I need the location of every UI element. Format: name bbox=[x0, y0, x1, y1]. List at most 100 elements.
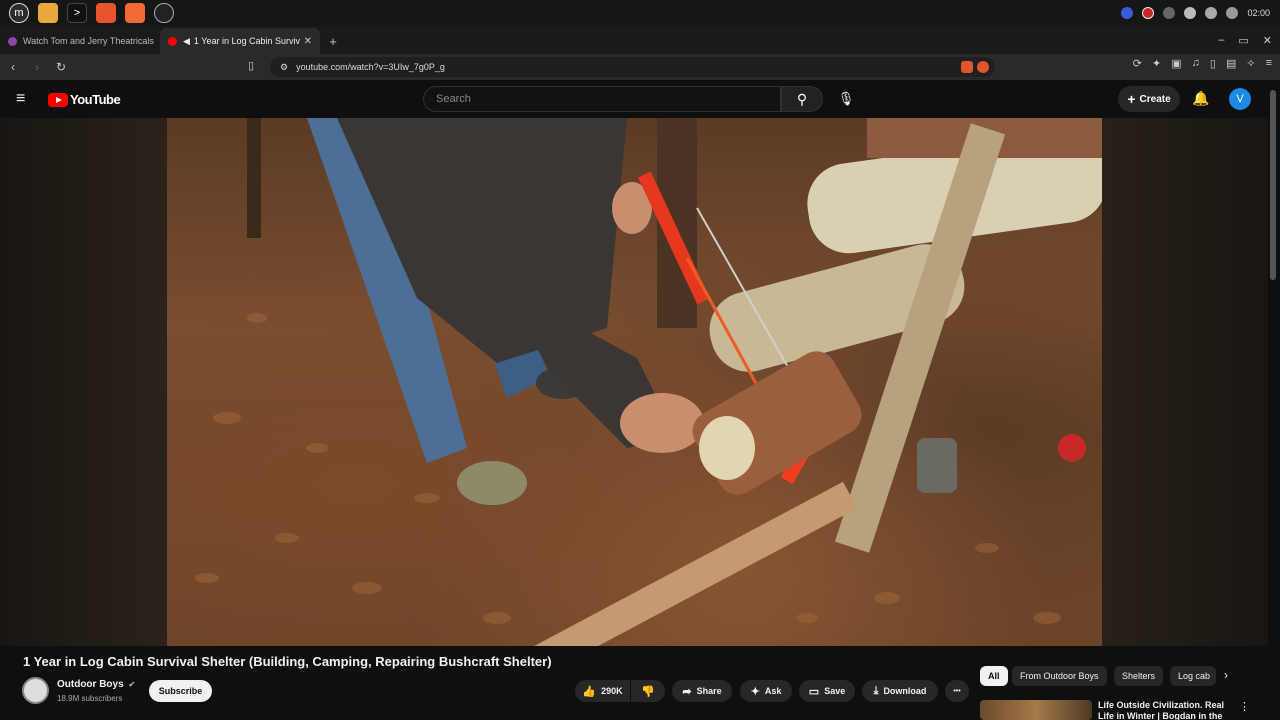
verified-icon: ✔ bbox=[128, 680, 136, 689]
video-frame[interactable] bbox=[167, 118, 1102, 646]
files-icon[interactable] bbox=[38, 3, 58, 23]
like-count: 290K bbox=[601, 686, 623, 696]
ask-button[interactable]: ✦ Ask bbox=[740, 680, 792, 702]
share-button[interactable]: ➦ Share bbox=[672, 680, 732, 702]
system-tray: 02:00 bbox=[1121, 0, 1270, 26]
download-icon: ⤓ bbox=[873, 684, 879, 697]
clock[interactable]: 02:00 bbox=[1247, 8, 1270, 18]
url-text: youtube.com/watch?v=3UIw_7g0P_g bbox=[296, 62, 445, 72]
share-icon: ➦ bbox=[682, 685, 692, 698]
tab-log-cabin[interactable]: ◀ 1 Year in Log Cabin Surviv ✕ bbox=[160, 28, 320, 54]
thumbs-up-icon: 👍 bbox=[582, 685, 597, 698]
chevron-right-icon[interactable]: › bbox=[1224, 668, 1228, 682]
download-button[interactable]: ⤓ Download bbox=[862, 680, 938, 702]
recommended-thumbnail[interactable] bbox=[980, 700, 1092, 720]
maximize-icon[interactable]: ▭ bbox=[1238, 34, 1248, 47]
browser-menu-icon[interactable]: ≡ bbox=[1266, 57, 1272, 70]
sidebar-icon[interactable]: ▯ bbox=[1210, 57, 1216, 70]
chip-log-cabin[interactable]: Log cab bbox=[1170, 666, 1216, 686]
account-avatar[interactable]: V bbox=[1229, 88, 1251, 110]
close-tab-icon[interactable]: ✕ bbox=[304, 36, 312, 47]
video-player[interactable] bbox=[0, 118, 1280, 646]
volume-icon[interactable] bbox=[1226, 7, 1239, 19]
channel-name-text: Outdoor Boys bbox=[57, 679, 124, 690]
notification-icon[interactable] bbox=[1205, 7, 1218, 19]
save-button[interactable]: ▭ Save bbox=[799, 680, 855, 702]
reload-icon[interactable]: ↻ bbox=[50, 56, 72, 78]
bookmark-add-icon: ▭ bbox=[808, 685, 820, 698]
url-field[interactable]: ⚙ youtube.com/watch?v=3UIw_7g0P_g bbox=[270, 57, 995, 77]
minimize-icon[interactable]: – bbox=[1218, 34, 1224, 46]
channel-name[interactable]: Outdoor Boys ✔ bbox=[57, 679, 135, 690]
share-label: Share bbox=[696, 686, 722, 696]
like-button[interactable]: 👍 290K bbox=[575, 680, 630, 702]
leo-icon[interactable]: ✧ bbox=[1246, 57, 1255, 70]
brave-rewards-icon[interactable] bbox=[977, 61, 989, 73]
create-button[interactable]: + Create bbox=[1118, 86, 1180, 112]
window-controls: – ▭ ✕ bbox=[1218, 26, 1272, 54]
update-icon[interactable] bbox=[1142, 7, 1155, 19]
new-tab-button[interactable]: + bbox=[320, 28, 346, 54]
create-label: Create bbox=[1139, 93, 1171, 105]
tab-title: 1 Year in Log Cabin Surviv bbox=[193, 36, 300, 46]
download-label: Download bbox=[883, 686, 927, 696]
youtube-logo[interactable]: YouTube bbox=[48, 92, 121, 107]
puzzle-icon[interactable]: ✦ bbox=[1152, 57, 1161, 70]
ambient-right bbox=[1102, 118, 1268, 646]
plus-icon: + bbox=[1127, 91, 1136, 107]
tabs-icon[interactable]: ▤ bbox=[1226, 57, 1236, 70]
ask-label: Ask bbox=[764, 686, 782, 696]
tab-strip: Watch Tom and Jerry Theatricals ◀ 1 Year… bbox=[0, 26, 1280, 54]
close-window-icon[interactable]: ✕ bbox=[1263, 34, 1272, 47]
bookmark-icon[interactable]: ▯ bbox=[248, 59, 254, 72]
kebab-menu-icon[interactable]: ⋮ bbox=[1239, 700, 1250, 713]
youtube-logo-text: YouTube bbox=[70, 92, 121, 107]
page-scrollbar[interactable] bbox=[1270, 90, 1276, 280]
dislike-button[interactable]: 👎 bbox=[631, 680, 665, 702]
mint-menu-icon[interactable]: m bbox=[9, 3, 29, 23]
recommended-title[interactable]: Life Outside Civilization. Real Life in … bbox=[1098, 700, 1228, 720]
vpn-icon[interactable] bbox=[1121, 7, 1134, 19]
video-title: 1 Year in Log Cabin Survival Shelter (Bu… bbox=[23, 654, 552, 669]
youtube-favicon-icon bbox=[168, 36, 177, 46]
save-label: Save bbox=[824, 686, 846, 696]
channel-avatar[interactable] bbox=[22, 677, 49, 704]
firefox-icon[interactable] bbox=[96, 3, 116, 23]
tab-tom-and-jerry[interactable]: Watch Tom and Jerry Theatricals bbox=[0, 28, 160, 54]
chip-all[interactable]: All bbox=[980, 666, 1008, 686]
thumbs-down-icon: 👎 bbox=[641, 685, 655, 698]
audio-icon[interactable]: ◀ bbox=[183, 36, 190, 47]
forward-icon[interactable]: › bbox=[26, 56, 48, 78]
hamburger-menu-icon[interactable]: ≡ bbox=[16, 90, 25, 108]
os-top-panel: m > 02:00 bbox=[0, 0, 1280, 26]
back-icon[interactable]: ‹ bbox=[2, 56, 24, 78]
shield-icon[interactable] bbox=[1184, 7, 1197, 19]
subscribe-button[interactable]: Subscribe bbox=[149, 680, 212, 702]
youtube-play-icon bbox=[48, 92, 68, 107]
search-button[interactable]: ⚲ bbox=[781, 86, 823, 112]
search-input[interactable]: Search bbox=[423, 86, 781, 112]
chrome-icon[interactable] bbox=[154, 3, 174, 23]
media-icon[interactable]: ♫ bbox=[1192, 57, 1200, 70]
wallet-icon[interactable]: ▣ bbox=[1171, 57, 1181, 70]
ambient-left bbox=[0, 118, 167, 646]
voice-search-button[interactable]: 🎙 bbox=[832, 86, 860, 112]
microphone-icon: 🎙 bbox=[837, 91, 855, 106]
chip-from-outdoor-boys[interactable]: From Outdoor Boys bbox=[1012, 666, 1107, 686]
tab-favicon-icon bbox=[8, 36, 17, 46]
terminal-icon[interactable]: > bbox=[67, 3, 87, 23]
chip-shelters[interactable]: Shelters bbox=[1114, 666, 1164, 686]
sparkle-icon: ✦ bbox=[750, 685, 760, 698]
site-info-icon[interactable]: ⚙ bbox=[280, 62, 288, 73]
more-dots-icon: ••• bbox=[953, 687, 961, 695]
brave-icon[interactable] bbox=[125, 3, 145, 23]
notifications-bell-icon[interactable]: 🔔 bbox=[1192, 90, 1209, 107]
search-icon: ⚲ bbox=[796, 90, 808, 107]
more-actions-button[interactable]: ••• bbox=[945, 680, 969, 702]
extension-icon[interactable]: ⟳ bbox=[1133, 57, 1142, 70]
brave-shield-icon[interactable] bbox=[961, 61, 973, 73]
extensions-toolbar: ⟳ ✦ ▣ ♫ ▯ ▤ ✧ ≡ bbox=[1133, 57, 1272, 70]
subscriber-count: 18.9M subscribers bbox=[57, 694, 123, 703]
tab-title: Watch Tom and Jerry Theatricals bbox=[23, 36, 154, 46]
network-icon[interactable] bbox=[1163, 7, 1176, 19]
